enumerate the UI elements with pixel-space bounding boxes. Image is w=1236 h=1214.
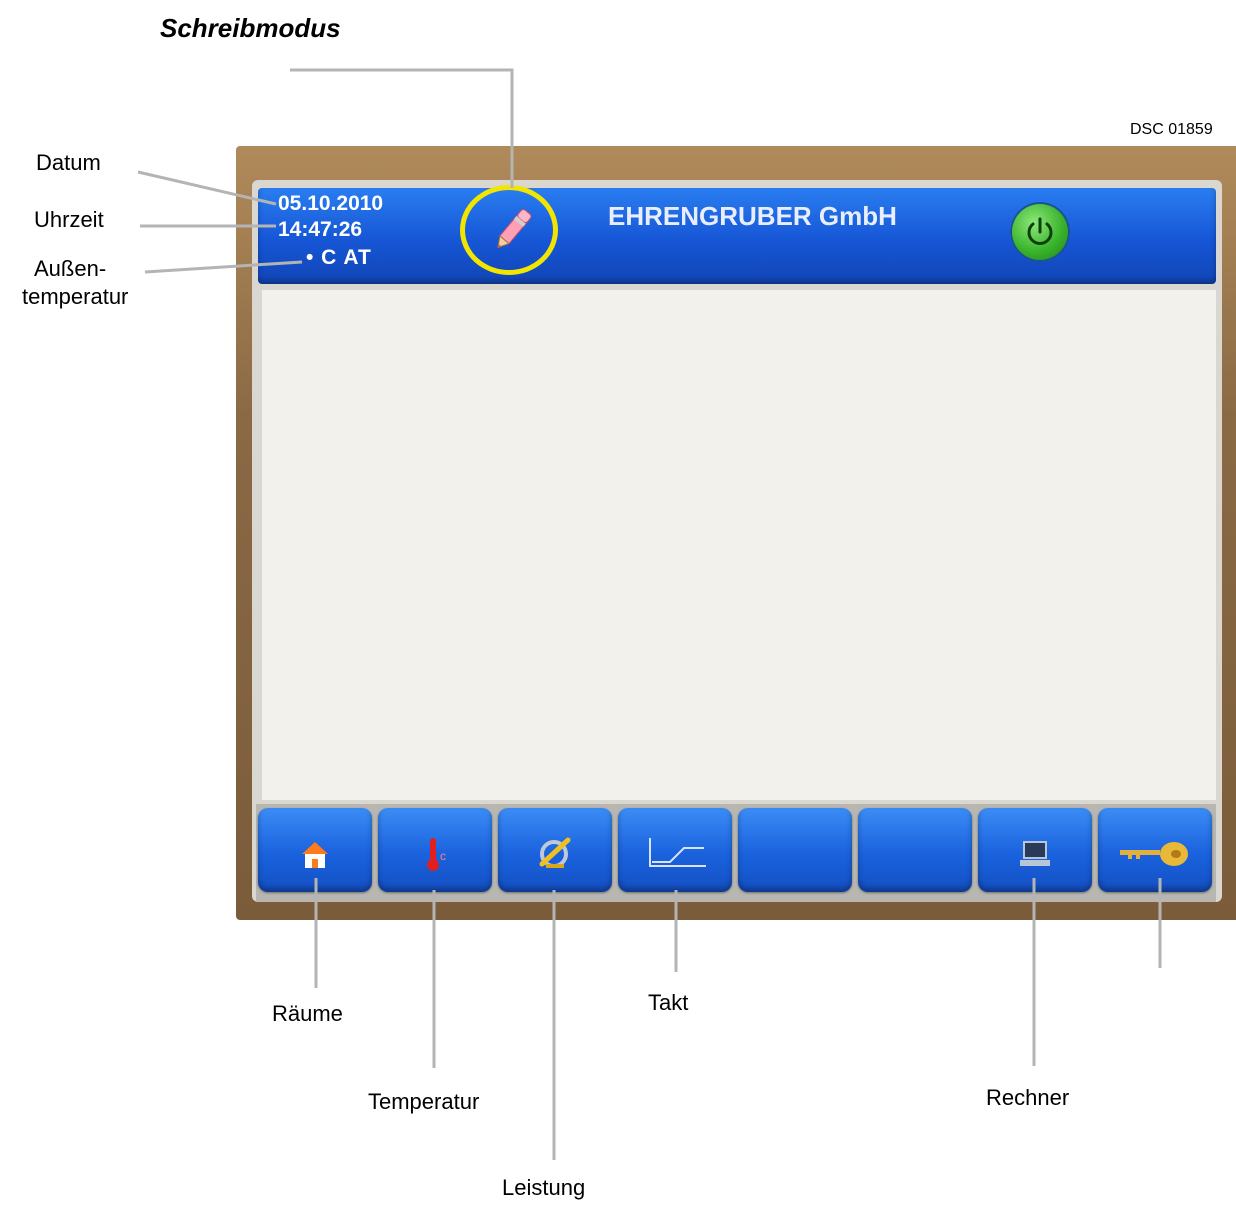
- key-icon: [1120, 842, 1188, 866]
- label-computer: Rechner: [986, 1085, 1070, 1110]
- content-area: [262, 290, 1216, 800]
- blank-button-5[interactable]: [738, 808, 852, 892]
- mode-title: Schreibmodus: [160, 13, 341, 43]
- label-date: Datum: [36, 150, 101, 175]
- power-gauge-icon: [539, 837, 571, 868]
- label-outside-temp-2: temperatur: [22, 284, 129, 309]
- rooms-button[interactable]: [258, 808, 372, 892]
- power-button[interactable]: [1010, 202, 1070, 262]
- house-icon: [302, 842, 328, 868]
- blank-button-6[interactable]: [858, 808, 972, 892]
- label-time: Uhrzeit: [34, 207, 104, 232]
- write-mode-highlight: [460, 185, 558, 275]
- power-output-button[interactable]: [498, 808, 612, 892]
- computer-icon: [1020, 841, 1050, 866]
- thermometer-icon: c: [427, 838, 446, 871]
- label-temperature: Temperatur: [368, 1089, 480, 1114]
- cycle-button[interactable]: [618, 808, 732, 892]
- label-cycle: Takt: [648, 990, 689, 1015]
- label-outside-temp-1: Außen-: [34, 256, 107, 281]
- header-outside-temp: • C AT: [306, 246, 372, 269]
- header-brand: EHRENGRUBER GmbH: [608, 201, 897, 231]
- label-power: Leistung: [502, 1175, 586, 1200]
- computer-button[interactable]: [978, 808, 1092, 892]
- photo-id: DSC 01859: [1130, 121, 1213, 138]
- cycle-graph-icon: [649, 838, 706, 867]
- svg-text:c: c: [440, 849, 446, 863]
- key-button[interactable]: [1098, 808, 1212, 892]
- header-time: 14:47:26: [278, 218, 363, 241]
- temperature-button[interactable]: c: [378, 808, 492, 892]
- header-date: 05.10.2010: [278, 192, 384, 215]
- power-icon: [1027, 217, 1053, 245]
- label-rooms: Räume: [272, 1001, 343, 1026]
